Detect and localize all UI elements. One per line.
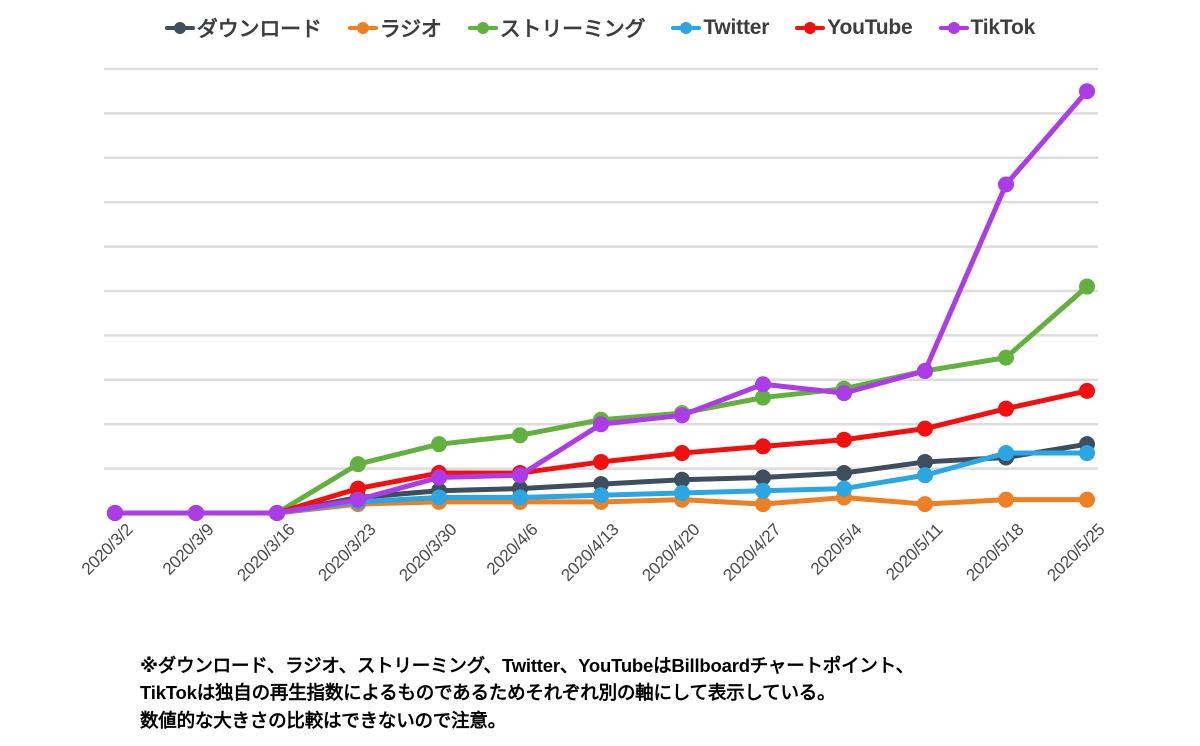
x-axis-tick-label: 2020/3/30 [395, 520, 461, 586]
data-point[interactable] [998, 491, 1014, 508]
data-point[interactable] [1079, 491, 1095, 508]
data-point[interactable] [998, 349, 1014, 366]
data-point[interactable] [512, 427, 528, 444]
data-point[interactable] [755, 482, 771, 499]
footnote-line-2: TikTokは独自の再生指数によるものであるためそれぞれ別の軸にして表示している… [140, 682, 836, 704]
data-point[interactable] [755, 438, 771, 455]
data-point[interactable] [917, 467, 933, 484]
data-point[interactable] [917, 362, 933, 379]
data-point[interactable] [836, 480, 852, 497]
data-point[interactable] [1079, 445, 1095, 462]
data-point[interactable] [512, 489, 528, 506]
x-axis-tick-label: 2020/4/13 [557, 520, 623, 586]
data-point[interactable] [836, 385, 852, 402]
data-point[interactable] [755, 376, 771, 393]
footnote-line-3: 数値的な大きさの比較はできないので注意。 [140, 709, 507, 731]
data-point[interactable] [350, 456, 366, 473]
data-point[interactable] [674, 445, 690, 462]
series-line [112, 88, 1090, 516]
data-point[interactable] [998, 400, 1014, 417]
x-axis-tick-label: 2020/5/25 [1043, 520, 1109, 586]
x-axis-tick-label: 2020/3/9 [158, 520, 218, 579]
data-point[interactable] [674, 407, 690, 424]
data-point[interactable] [917, 420, 933, 437]
data-point[interactable] [431, 436, 447, 453]
data-point[interactable] [1079, 278, 1095, 295]
data-point[interactable] [431, 469, 447, 486]
data-point[interactable] [107, 505, 123, 521]
data-point[interactable] [431, 489, 447, 506]
data-point[interactable] [836, 465, 852, 482]
x-axis-tick-label: 2020/3/16 [233, 520, 299, 586]
data-point[interactable] [269, 505, 285, 521]
x-axis-tick-label: 2020/4/27 [719, 520, 785, 586]
data-point[interactable] [998, 176, 1014, 193]
data-point[interactable] [917, 496, 933, 513]
data-point[interactable] [674, 485, 690, 502]
data-point[interactable] [188, 505, 204, 521]
x-axis-tick-label: 2020/3/2 [77, 520, 137, 579]
x-axis-tick-label: 2020/3/23 [314, 520, 380, 586]
data-point[interactable] [1079, 382, 1095, 399]
data-point[interactable] [1079, 83, 1095, 100]
x-axis-tick-label: 2020/4/6 [482, 520, 542, 579]
x-axis-tick-label: 2020/4/20 [638, 520, 704, 586]
footnote-line-1: ※ダウンロード、ラジオ、ストリーミング、Twitter、YouTubeはBill… [140, 655, 914, 676]
data-point[interactable] [593, 416, 609, 433]
chart-footnote: ※ダウンロード、ラジオ、ストリーミング、Twitter、YouTubeはBill… [140, 652, 1160, 734]
data-point[interactable] [593, 453, 609, 470]
data-point[interactable] [593, 487, 609, 504]
x-axis-tick-label: 2020/5/18 [962, 520, 1028, 586]
chart-series-layer [107, 83, 1095, 521]
x-axis-tick-label: 2020/5/11 [882, 520, 947, 585]
chart-gridlines [104, 67, 1098, 470]
data-point[interactable] [836, 431, 852, 448]
x-axis-tick-label: 2020/5/4 [806, 520, 866, 579]
data-point[interactable] [512, 467, 528, 484]
data-point[interactable] [998, 445, 1014, 462]
chart-x-axis: 2020/3/2 2020/3/9 2020/3/16 2020/3/23 2020/3… [0, 520, 1200, 630]
data-point[interactable] [350, 491, 366, 508]
